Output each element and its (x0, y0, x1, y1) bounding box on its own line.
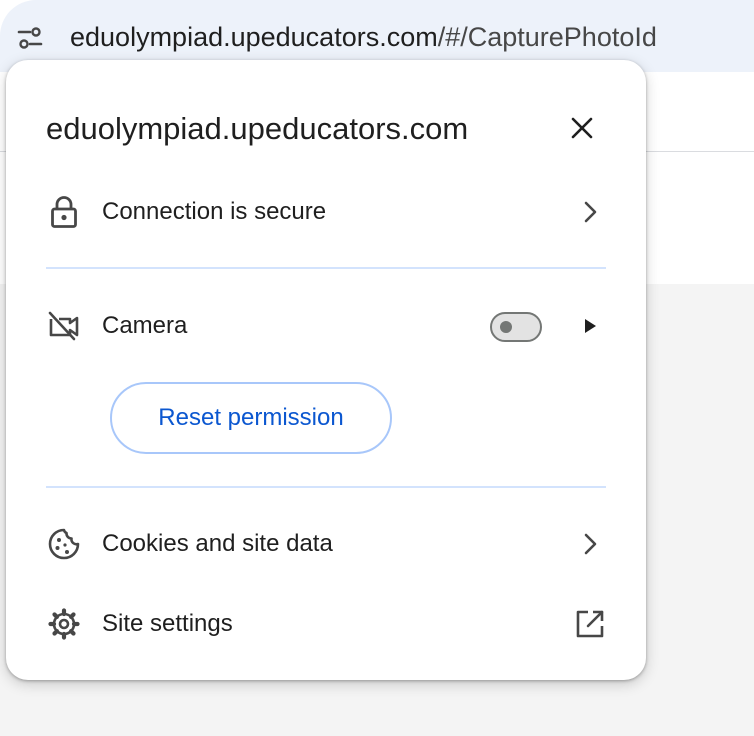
cookies-row[interactable]: Cookies and site data (6, 512, 646, 576)
site-settings-row[interactable]: Site settings (6, 592, 646, 656)
connection-row[interactable]: Connection is secure (6, 180, 646, 244)
chevron-right-icon (572, 194, 608, 230)
tune-icon[interactable] (10, 18, 50, 58)
triangle-right-icon[interactable] (572, 308, 608, 344)
browser-window: eduolympiad.upeducators.com/#/CapturePho… (0, 0, 754, 736)
url-text[interactable]: eduolympiad.upeducators.com/#/CapturePho… (70, 20, 657, 54)
divider (46, 486, 606, 488)
lock-icon (46, 194, 82, 230)
toggle-knob (500, 321, 512, 333)
reset-permission-button[interactable]: Reset permission (110, 382, 392, 454)
url-path: /#/CapturePhotoId (437, 22, 657, 52)
chevron-right-icon (572, 526, 608, 562)
camera-off-icon (46, 308, 82, 344)
camera-label: Camera (102, 312, 188, 339)
close-icon (571, 117, 593, 139)
url-host: eduolympiad.upeducators.com (70, 22, 438, 52)
site-settings-label: Site settings (102, 610, 233, 637)
divider (46, 267, 606, 269)
connection-label: Connection is secure (102, 198, 327, 225)
cookie-icon (46, 526, 82, 562)
page-info-title: eduolympiad.upeducators.com (46, 111, 469, 146)
camera-toggle[interactable] (490, 312, 542, 342)
page-info-bubble: eduolympiad.upeducators.com Connection i… (6, 60, 646, 680)
open-in-new-icon (572, 606, 608, 642)
close-button[interactable] (562, 108, 602, 148)
cookies-label: Cookies and site data (102, 530, 333, 557)
camera-row[interactable]: Camera (6, 294, 646, 358)
gear-icon (46, 606, 82, 642)
